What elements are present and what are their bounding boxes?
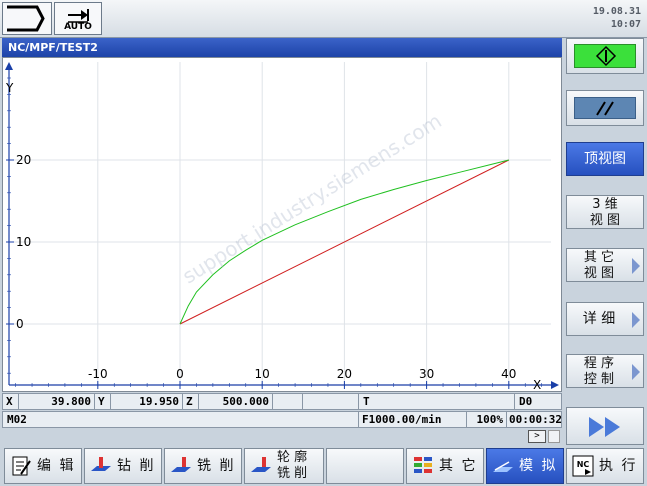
top-view-key[interactable]: 顶视图 [566,142,644,176]
drill-key[interactable]: 钻 削 [84,448,162,484]
y-tick-label: 10 [16,235,31,249]
simulate-key[interactable]: 模 拟 [486,448,564,484]
mode-label: AUTO [64,22,92,32]
double-chevron-right-icon [589,417,620,437]
x-tick-label: -10 [88,367,108,381]
program-line: M02 [3,412,359,427]
scroll-end-button[interactable] [548,430,560,443]
simulation-chart: -10 0 10 20 30 40 0 10 20 X Y [5,62,559,391]
y-tick-label: 0 [16,317,24,331]
reset-key[interactable] [566,90,644,126]
other-views-label-2: 视 图 [583,266,615,281]
feed-value: F1000.00/min [359,412,467,427]
mode-box[interactable]: AUTO [54,2,102,35]
contour-mill-label-1: 轮 廓 [277,450,308,465]
program-row: M02 F1000.00/min 100% 00:00:32 [2,411,562,428]
date-time: 19.08.31 10:07 [593,5,641,31]
cycle-start-key[interactable] [566,38,644,74]
reset-icon [596,101,614,116]
edit-icon [12,456,31,476]
date-text: 19.08.31 [592,6,641,17]
scroll-row: > [2,428,562,446]
top-view-label: 顶视图 [584,151,626,167]
z-value: 500.000 [199,394,273,409]
mill-key[interactable]: 铣 削 [164,448,242,484]
x-value: 39.800 [19,394,95,409]
empty-cell-1 [273,394,303,409]
view-3d-label-1: 3 维 [592,197,618,212]
y-tick-label: 20 [16,153,31,167]
x-tick-label: 10 [255,367,270,381]
chevron-right-icon [632,364,640,380]
y-value: 19.950 [111,394,183,409]
other-label: 其 它 [439,458,478,474]
d-label: D0 [519,395,533,408]
return-icon [7,5,45,32]
runtime-value: 00:00:32 [509,413,562,426]
x-label: X [3,394,19,409]
nc-execute-icon: NC [572,455,594,477]
x-tick-label: 20 [337,367,352,381]
mill-label: 铣 削 [197,458,236,474]
header-bar: AUTO 19.08.31 10:07 [0,0,647,38]
empty-cell-2 [303,394,359,409]
program-control-label-1: 程 序 [583,356,615,371]
override-value: 100% [467,412,507,427]
chevron-right-icon [632,258,640,274]
y-label: Y [95,394,111,409]
contour-mill-key[interactable]: 轮 廓 铣 削 [244,448,324,484]
empty-key[interactable] [326,448,404,484]
edit-label: 编 辑 [37,458,76,474]
svg-text:NC: NC [577,460,590,469]
view-3d-label-2: 视 图 [589,213,621,228]
program-title: NC/MPF/TEST2 [2,38,562,57]
x-axis-arrow [551,381,559,389]
x-tick-label: 0 [176,367,184,381]
execute-key[interactable]: NC 执 行 [566,448,644,484]
time-text: 10:07 [610,19,641,30]
x-axis-label: X [533,378,541,391]
chevron-right-icon [632,312,640,328]
grid-apps-icon [414,457,432,473]
details-key[interactable]: 详 细 [566,302,644,336]
tool-label: T [359,394,515,409]
other-views-label-1: 其 它 [583,250,615,265]
next-page-key[interactable] [566,407,644,445]
cycle-start-icon [595,45,617,67]
other-key[interactable]: 其 它 [406,448,484,484]
drill-icon [91,457,111,471]
z-label: Z [183,394,199,409]
details-label: 详 细 [582,311,616,327]
program-control-key[interactable]: 程 序 控 制 [566,354,644,388]
channel-icon-box[interactable] [2,2,52,35]
contour-mill-icon [251,457,271,472]
x-tick-label: 40 [501,367,516,381]
edit-key[interactable]: 编 辑 [4,448,82,484]
y-axis-label: Y [5,81,14,95]
x-tick-label: 30 [419,367,434,381]
contour-mill-label-2: 铣 削 [277,466,308,481]
scroll-right-button[interactable]: > [528,430,546,443]
simulate-label: 模 拟 [519,458,558,474]
view-3d-key[interactable]: 3 维 视 图 [566,195,644,229]
y-axis-arrow [5,62,13,70]
simulation-plot[interactable]: -10 0 10 20 30 40 0 10 20 X Y support.industry.sie… [2,57,562,392]
simulate-icon [493,461,513,472]
program-control-label-2: 控 制 [583,372,615,387]
other-views-key[interactable]: 其 它 视 图 [566,248,644,282]
execute-label: 执 行 [599,458,638,474]
position-row: X 39.800 Y 19.950 Z 500.000 T D0 [2,393,562,410]
mill-icon [171,457,191,472]
drill-label: 钻 削 [117,458,156,474]
